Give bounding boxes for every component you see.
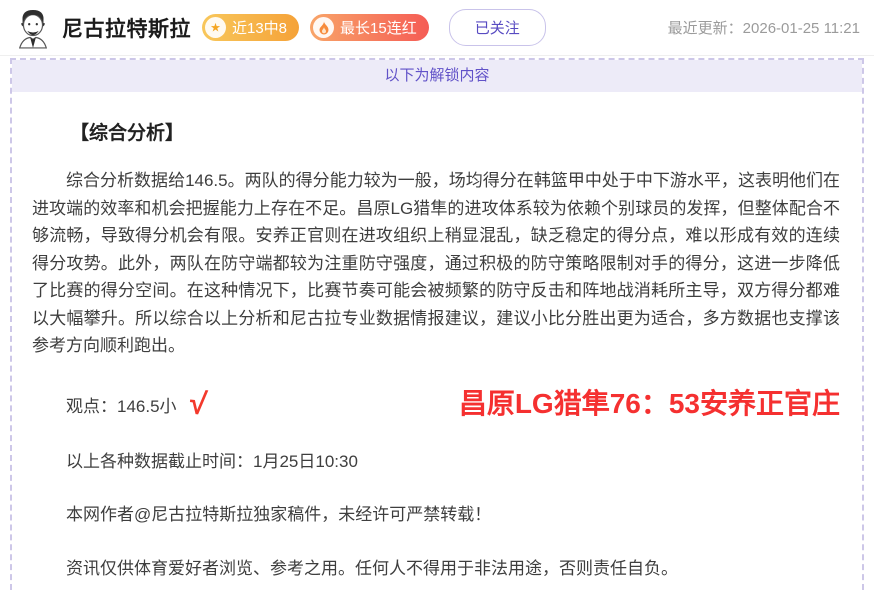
last-update-time: 2026-01-25 11:21 [743,20,860,37]
author-name[interactable]: 尼古拉特斯拉 [62,13,191,43]
data-cutoff-note: 以上各种数据截止时间：1月25日10:30 [32,448,840,476]
article-body: 【综合分析】 综合分析数据给146.5。两队的得分能力较为一般，场均得分在韩篮甲… [12,118,862,582]
flame-icon [313,17,334,38]
disclaimer-note: 资讯仅供体育爱好者浏览、参考之用。任何人不得用于非法用途，否则责任自负。 [32,555,840,583]
streak-badge: 最长15连红 [310,14,429,41]
unlock-banner: 以下为解锁内容 [12,60,862,92]
last-update-label: 最近更新： [668,20,743,37]
viewpoint-row: 观点：146.5小 √ 昌原LG猎隼76：53安养正官庄 [32,382,840,422]
star-glyph: ★ [210,21,221,33]
viewpoint-label: 观点： [66,397,117,416]
checkmark-icon: √ [188,387,208,420]
streak-badge-label: 最长15连红 [340,17,417,38]
star-icon: ★ [205,17,226,38]
followed-button[interactable]: 已关注 [449,9,546,46]
tesla-portrait-icon [14,7,52,49]
viewpoint: 观点：146.5小 √ [32,386,207,417]
hit-rate-badge: ★ 近13中8 [202,14,299,41]
last-update: 最近更新：2026-01-25 11:21 [668,17,860,38]
unlocked-content-box: 以下为解锁内容 【综合分析】 综合分析数据给146.5。两队的得分能力较为一般，… [10,58,864,590]
hit-rate-badge-label: 近13中8 [232,17,287,38]
final-score: 昌原LG猎隼76：53安养正官庄 [459,382,840,422]
copyright-note: 本网作者@尼古拉特斯拉独家稿件，未经许可严禁转载！ [32,501,840,529]
author-header: 尼古拉特斯拉 ★ 近13中8 最长15连红 已关注 最近更新：2026-01-2… [0,0,874,56]
analysis-paragraph: 综合分析数据给146.5。两队的得分能力较为一般，场均得分在韩篮甲中处于中下游水… [32,167,840,360]
section-title: 【综合分析】 [32,118,840,145]
avatar[interactable] [14,7,52,49]
viewpoint-value: 146.5小 [117,397,177,416]
